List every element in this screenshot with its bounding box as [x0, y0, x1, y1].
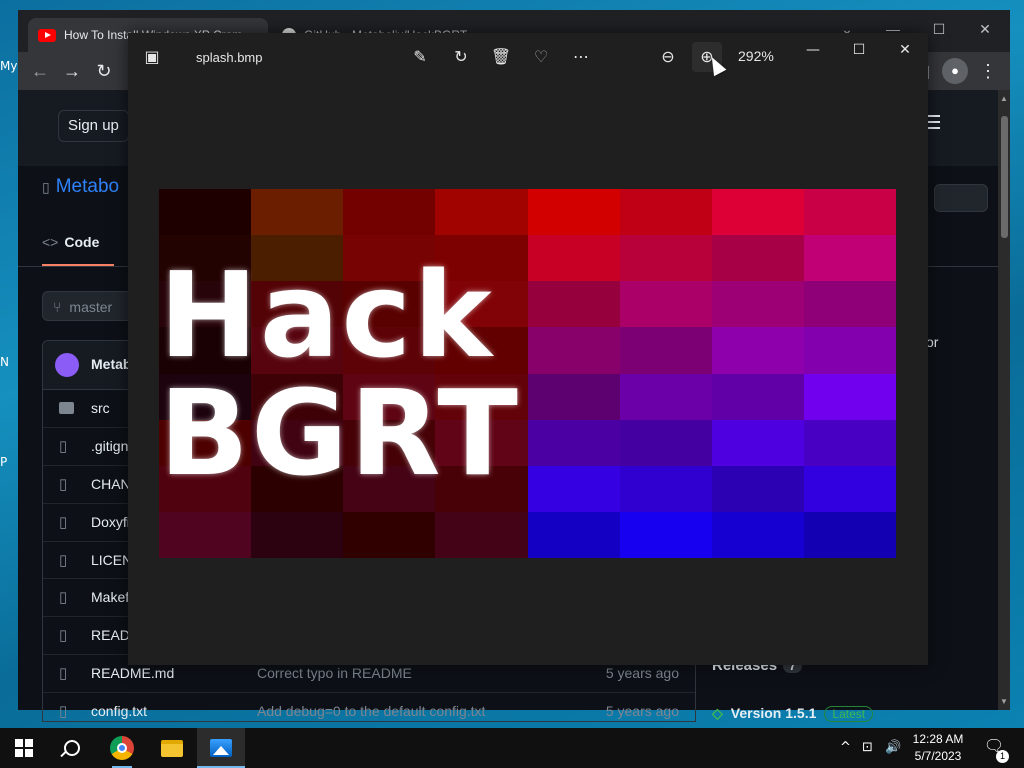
- menu-icon[interactable]: ⋮: [976, 60, 1000, 82]
- tab-code-label: Code: [64, 234, 100, 250]
- close-button[interactable]: ✕: [962, 14, 1008, 44]
- sign-up-button[interactable]: Sign up: [58, 110, 129, 142]
- network-icon[interactable]: ⊡: [862, 740, 873, 755]
- file-name[interactable]: README.md: [91, 665, 174, 681]
- notification-count: 1: [996, 750, 1009, 763]
- desktop-icon-label[interactable]: My: [0, 59, 20, 73]
- more-icon[interactable]: ⋯: [566, 42, 596, 72]
- clock-date: 5/7/2023: [914, 749, 962, 763]
- scroll-down-icon[interactable]: ▼: [1000, 697, 1008, 706]
- branch-name: master: [69, 299, 113, 315]
- repo-title[interactable]: ▯ Metabo: [42, 176, 119, 198]
- file-icon: ▯: [59, 551, 68, 569]
- repo-icon: ▯: [42, 179, 50, 195]
- commit-message[interactable]: Add debug=0 to the default config.txt: [257, 703, 485, 719]
- tag-icon: ◇: [712, 705, 723, 721]
- taskbar-chrome[interactable]: [98, 728, 146, 768]
- close-button[interactable]: ✕: [882, 35, 928, 65]
- photos-icon: [210, 739, 232, 757]
- taskbar-file-explorer[interactable]: [148, 728, 196, 768]
- minimize-button[interactable]: —: [790, 35, 836, 65]
- repo-name[interactable]: Metabo: [56, 176, 119, 197]
- latest-badge: Latest: [824, 706, 874, 722]
- commit-age: 5 years ago: [605, 665, 679, 682]
- zoom-level[interactable]: 292%: [738, 48, 774, 64]
- file-name[interactable]: LICEN: [91, 552, 132, 568]
- file-name[interactable]: src: [91, 400, 110, 416]
- file-icon: ▯: [59, 437, 68, 455]
- photos-titlebar: ▣ splash.bmp ✎ ↻ 🗑 ♡ ⋯ ⊖ ⊕ 292% — ☐ ✕: [128, 33, 928, 81]
- youtube-icon: [38, 28, 56, 42]
- page-scrollbar[interactable]: ▲ ▼: [998, 90, 1010, 710]
- clock[interactable]: 12:28 AM 5/7/2023: [900, 731, 976, 765]
- avatar[interactable]: [55, 353, 79, 377]
- file-icon: ▯: [59, 665, 68, 683]
- file-name[interactable]: CHAN: [91, 476, 131, 492]
- delete-icon[interactable]: 🗑: [486, 42, 516, 72]
- desktop-icon-label[interactable]: P: [0, 455, 20, 469]
- file-icon: ▯: [59, 627, 68, 645]
- search-button[interactable]: [48, 728, 96, 768]
- favorite-icon[interactable]: ♡: [526, 42, 556, 72]
- latest-release[interactable]: ◇ Version 1.5.1 Latest: [712, 705, 874, 722]
- start-button[interactable]: [0, 728, 48, 768]
- file-name[interactable]: .gitign: [91, 438, 128, 454]
- desktop-icon-label[interactable]: N: [0, 355, 20, 369]
- profile-icon[interactable]: ●: [942, 58, 968, 84]
- file-icon: ▯: [59, 513, 68, 531]
- zoom-out-icon[interactable]: ⊖: [653, 42, 683, 72]
- clock-time: 12:28 AM: [912, 732, 964, 746]
- scroll-up-icon[interactable]: ▲: [1000, 94, 1008, 103]
- taskbar: ^ ⊡ 🔊 12:28 AM 5/7/2023 🗨 1: [0, 728, 1024, 768]
- branch-selector[interactable]: ⑂ master: [42, 291, 142, 321]
- forward-icon[interactable]: →: [60, 60, 84, 82]
- splash-image: Hack BGRT: [159, 189, 896, 558]
- file-icon: ▯: [59, 589, 68, 607]
- maximize-button[interactable]: ☐: [836, 35, 882, 65]
- see-all-photos-icon[interactable]: ▣: [137, 42, 167, 72]
- dropdown-button[interactable]: [934, 184, 988, 212]
- commit-author[interactable]: Metab: [91, 356, 131, 372]
- file-icon: ▯: [59, 475, 68, 493]
- commit-message[interactable]: Correct typo in README: [257, 665, 412, 681]
- edit-icon[interactable]: ✎: [405, 42, 435, 72]
- show-hidden-icons-icon[interactable]: ^: [840, 740, 851, 755]
- commit-age: 5 years ago: [605, 703, 679, 720]
- file-name[interactable]: config.txt: [91, 703, 147, 719]
- photos-window: ▣ splash.bmp ✎ ↻ 🗑 ♡ ⋯ ⊖ ⊕ 292% — ☐ ✕ Ha…: [128, 33, 928, 665]
- file-name[interactable]: Makef: [91, 589, 129, 605]
- windows-icon: [15, 739, 33, 757]
- file-icon: ▯: [59, 703, 68, 721]
- code-icon: <>: [42, 234, 59, 250]
- rotate-icon[interactable]: ↻: [446, 42, 476, 72]
- search-icon: [64, 740, 80, 756]
- folder-icon: [59, 399, 74, 416]
- volume-icon[interactable]: 🔊: [885, 740, 901, 755]
- version-label[interactable]: Version 1.5.1: [731, 705, 817, 721]
- taskbar-photos[interactable]: [197, 728, 245, 768]
- scrollbar-thumb[interactable]: [1001, 116, 1008, 238]
- list-item[interactable]: ▯ config.txt Add debug=0 to the default …: [43, 693, 695, 721]
- reload-icon[interactable]: ↻: [92, 60, 116, 82]
- back-icon[interactable]: ←: [28, 60, 52, 82]
- photo-file-name: splash.bmp: [196, 50, 263, 65]
- tab-code[interactable]: <> Code: [42, 222, 114, 266]
- chrome-icon: [110, 736, 134, 760]
- file-name[interactable]: Doxyfi: [91, 514, 130, 530]
- file-explorer-icon: [161, 739, 183, 757]
- image-text: Hack BGRT: [159, 245, 520, 502]
- branch-icon: ⑂: [53, 299, 62, 315]
